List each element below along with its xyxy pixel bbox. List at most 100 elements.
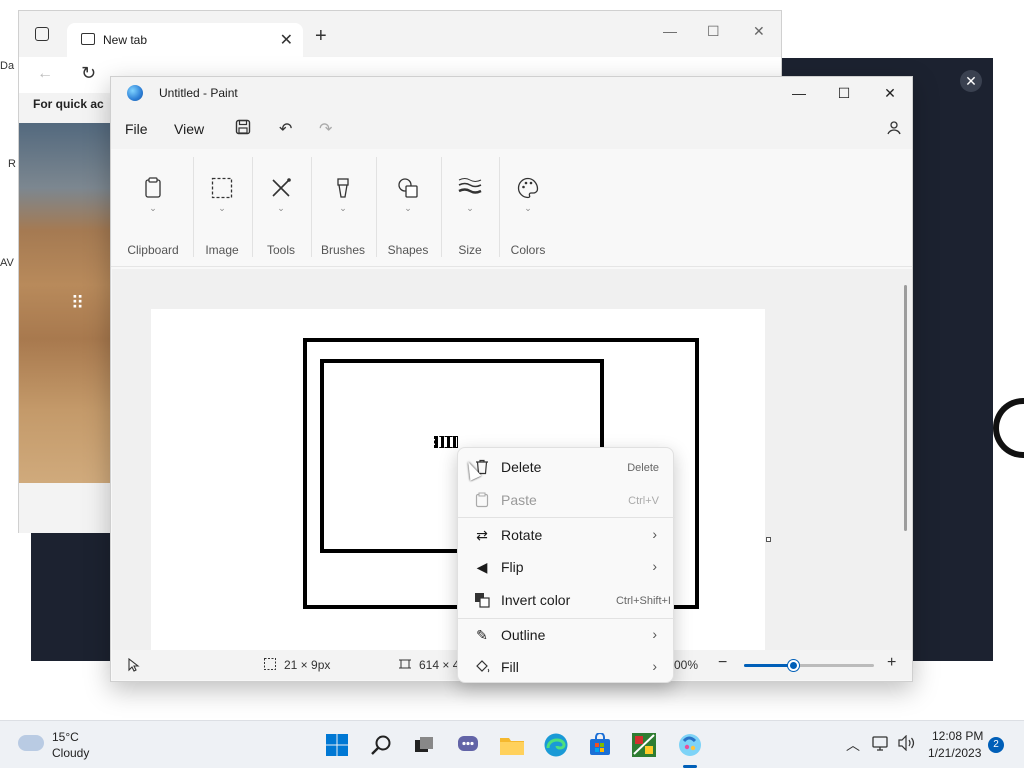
window-title: Untitled - Paint	[159, 86, 238, 100]
volume-icon[interactable]	[898, 734, 916, 754]
zoom-slider[interactable]	[744, 660, 874, 671]
ribbon-group-brushes[interactable]: ⌄ Brushes	[313, 149, 373, 267]
quick-access-text: For quick ac	[33, 97, 104, 111]
selection-icon	[211, 177, 233, 205]
canvas-size-icon	[399, 658, 411, 673]
edge-bottom-area	[19, 483, 111, 533]
context-menu-label: Rotate	[501, 527, 543, 543]
edge-tabbar: New tab ✕ + — ☐ ✕	[19, 11, 781, 57]
paint-titlebar: Untitled - Paint — ☐ ✕	[111, 77, 912, 109]
context-menu-outline[interactable]: ✎ Outline ›	[462, 620, 671, 650]
clock-time[interactable]: 12:08 PM	[932, 729, 983, 743]
refresh-icon[interactable]: ↻	[81, 63, 96, 84]
context-menu-paste[interactable]: Paste Ctrl+V	[462, 485, 671, 515]
weather-temperature[interactable]: 15°C	[52, 730, 79, 744]
maximize-icon[interactable]: ☐	[707, 23, 720, 40]
selection-marquee[interactable]	[434, 436, 458, 448]
clock-date[interactable]: 1/21/2023	[928, 746, 981, 760]
context-menu-label: Flip	[501, 559, 524, 575]
zoom-in-icon[interactable]: +	[887, 654, 896, 672]
context-menu-flip[interactable]: ◀ Flip ›	[462, 552, 671, 582]
paste-icon	[474, 492, 490, 508]
maximize-icon[interactable]: ☐	[834, 83, 854, 103]
ribbon-separator	[311, 157, 312, 257]
chevron-down-icon: ⌄	[277, 203, 285, 213]
context-menu-label: Fill	[501, 659, 519, 675]
ribbon-label-size: Size	[458, 243, 482, 257]
rotate-icon: ⇄	[476, 527, 488, 543]
chat-icon[interactable]	[454, 731, 482, 759]
close-icon[interactable]: ✕	[753, 23, 765, 40]
edge-browser-icon[interactable]	[542, 731, 570, 759]
cloud-icon[interactable]	[18, 735, 44, 751]
paint-taskbar-icon[interactable]	[676, 731, 704, 759]
weather-condition[interactable]: Cloudy	[52, 746, 89, 760]
zoom-slider-fill	[744, 664, 793, 667]
task-view-icon[interactable]	[410, 731, 438, 759]
minimize-icon[interactable]: —	[663, 23, 677, 39]
tools-icon	[270, 177, 292, 205]
file-explorer-icon[interactable]	[498, 731, 526, 759]
palette-icon	[517, 177, 539, 205]
desktop-label-1: Da	[0, 60, 15, 72]
chevron-down-icon: ⌄	[404, 203, 412, 213]
selection-size-icon	[264, 658, 276, 673]
canvas-size-text: 614 × 4	[419, 658, 460, 672]
notification-badge[interactable]: 2	[988, 737, 1004, 753]
ribbon-label-tools: Tools	[266, 243, 295, 257]
search-icon[interactable]	[367, 731, 395, 759]
tab-actions-icon[interactable]	[35, 27, 49, 41]
context-menu-label: Invert color	[501, 592, 571, 608]
context-menu-delete[interactable]: Delete Delete	[462, 452, 671, 482]
store-icon[interactable]	[586, 731, 614, 759]
zoom-out-icon[interactable]: −	[718, 654, 727, 672]
ribbon-group-size[interactable]: ⌄ Size	[443, 149, 497, 267]
chevron-down-icon: ⌄	[524, 203, 532, 213]
ribbon-group-shapes[interactable]: ⌄ Shapes	[378, 149, 438, 267]
chevron-up-icon[interactable]: ︿	[846, 735, 860, 755]
size-icon	[458, 177, 482, 201]
context-menu-invert-color[interactable]: Invert color Ctrl+Shift+I	[462, 585, 671, 615]
start-windows-icon[interactable]	[323, 731, 351, 759]
ribbon-group-clipboard[interactable]: ⌄ Clipboard	[121, 149, 185, 267]
menu-file[interactable]: File	[125, 121, 148, 137]
ribbon-group-colors[interactable]: ⌄ Colors	[501, 149, 555, 267]
ribbon-label-shapes: Shapes	[387, 243, 429, 257]
apps-grid-icon[interactable]: ⠿	[71, 293, 84, 314]
redo-icon[interactable]: ↷	[319, 119, 332, 139]
context-menu-shortcut: Delete	[627, 462, 659, 474]
menubar: File View ↶ ↷	[111, 109, 912, 149]
tab-close-icon[interactable]: ✕	[280, 30, 293, 50]
ribbon-group-tools[interactable]: ⌄ Tools	[254, 149, 308, 267]
office-app-icon[interactable]	[630, 731, 658, 759]
canvas-resize-handle[interactable]	[766, 537, 771, 542]
minimize-icon[interactable]: —	[789, 83, 809, 103]
context-menu-separator	[458, 517, 675, 518]
ribbon-group-image[interactable]: ⌄ Image	[195, 149, 249, 267]
background-photo: ⠿	[19, 123, 111, 483]
account-icon[interactable]	[885, 119, 903, 142]
network-icon[interactable]	[872, 735, 890, 754]
close-icon[interactable]: ✕	[880, 83, 900, 103]
chevron-right-icon: ›	[652, 658, 657, 674]
shapes-icon	[397, 177, 419, 205]
context-menu-rotate[interactable]: ⇄ Rotate ›	[462, 520, 671, 550]
edge-tab[interactable]: New tab ✕	[67, 23, 303, 57]
context-menu-fill[interactable]: Fill ›	[462, 652, 671, 682]
new-tab-plus-icon[interactable]: +	[315, 25, 327, 48]
zoom-slider-thumb[interactable]	[788, 660, 799, 671]
zoom-percent-text: 00%	[674, 658, 699, 672]
back-arrow-icon[interactable]: ←	[37, 65, 53, 83]
menu-view[interactable]: View	[174, 121, 204, 137]
undo-icon[interactable]: ↶	[279, 119, 292, 139]
save-icon[interactable]	[235, 119, 251, 140]
chevron-right-icon: ›	[652, 626, 657, 642]
context-menu-separator	[458, 618, 675, 619]
close-icon[interactable]: ✕	[960, 70, 982, 92]
context-menu-label: Delete	[501, 459, 542, 475]
context-menu-label: Paste	[501, 492, 537, 508]
ribbon-separator	[376, 157, 377, 257]
vertical-scrollbar[interactable]	[904, 285, 907, 531]
context-menu: Delete Delete Paste Ctrl+V ⇄ Rotate › ◀ …	[457, 447, 675, 683]
paint-app-icon	[127, 85, 143, 101]
